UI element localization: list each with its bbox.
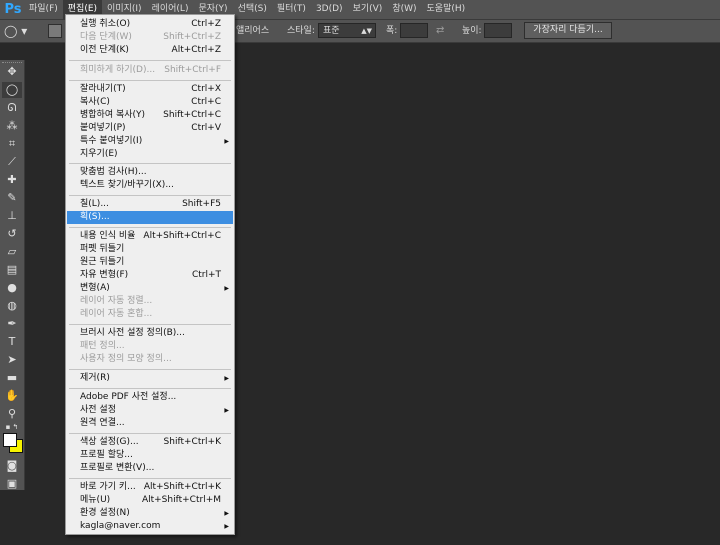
screen-mode-icon[interactable]: ▣ bbox=[2, 476, 22, 492]
menu-item-undo[interactable]: 실행 취소(O) Ctrl+Z bbox=[67, 18, 233, 31]
submenu-arrow-icon: ▶ bbox=[224, 375, 229, 382]
menu-item-copy[interactable]: 복사(C) Ctrl+C bbox=[67, 96, 233, 109]
ellipse-marquee-tool-icon[interactable]: ◯ bbox=[2, 82, 22, 98]
submenu-arrow-icon: ▶ bbox=[224, 523, 229, 530]
menu-separator bbox=[69, 227, 231, 228]
menu-item-paste-special[interactable]: 특수 붙여넣기(I) ▶ bbox=[67, 135, 233, 148]
menu-item-preferences[interactable]: 환경 설정(N) ▶ bbox=[67, 507, 233, 520]
menu-separator bbox=[69, 433, 231, 434]
history-brush-tool-icon[interactable]: ↺ bbox=[2, 226, 22, 242]
menu-item-copy-merged[interactable]: 병합하여 복사(Y) Shift+Ctrl+C bbox=[67, 109, 233, 122]
gradient-tool-icon[interactable]: ▤ bbox=[2, 262, 22, 278]
menu-item-remote-connections[interactable]: 원격 연결... bbox=[67, 417, 233, 430]
tools-panel: ✥ ◯ ᘏ ⁂ ⌗ ⟋ ✚ ✎ ⊥ ↺ ▱ ▤ ● ◍ ✒ T ➤ ▬ ✋ ⚲ … bbox=[0, 60, 25, 490]
menu-select[interactable]: 선택(S) bbox=[233, 0, 272, 19]
menu-help[interactable]: 도움말(H) bbox=[422, 0, 471, 19]
type-tool-icon[interactable]: T bbox=[2, 334, 22, 350]
dodge-tool-icon[interactable]: ◍ bbox=[2, 298, 22, 314]
ellipse-marquee-preset-icon[interactable]: ◯ ▾ bbox=[4, 23, 40, 39]
quick-mask-icon[interactable]: ◙ bbox=[2, 458, 22, 474]
menu-separator bbox=[69, 60, 231, 61]
menu-item-stroke[interactable]: 획(S)... bbox=[67, 211, 233, 224]
menu-separator bbox=[69, 478, 231, 479]
eyedropper-tool-icon[interactable]: ⟋ bbox=[2, 154, 22, 170]
menu-item-find-replace[interactable]: 텍스트 찾기/바꾸기(X)... bbox=[67, 179, 233, 192]
shape-tool-icon[interactable]: ▬ bbox=[2, 370, 22, 386]
zoom-tool-icon[interactable]: ⚲ bbox=[2, 406, 22, 422]
path-selection-tool-icon[interactable]: ➤ bbox=[2, 352, 22, 368]
move-tool-icon[interactable]: ✥ bbox=[2, 64, 22, 80]
lasso-tool-icon[interactable]: ᘏ bbox=[2, 100, 22, 116]
menu-window[interactable]: 창(W) bbox=[387, 0, 421, 19]
menu-separator bbox=[69, 195, 231, 196]
menu-item-define-brush[interactable]: 브러시 사전 설정 정의(B)... bbox=[67, 327, 233, 340]
menu-item-free-transform[interactable]: 자유 변형(F) Ctrl+T bbox=[67, 269, 233, 282]
menu-3d[interactable]: 3D(D) bbox=[311, 0, 348, 19]
menu-file[interactable]: 파일(F) bbox=[24, 0, 63, 19]
menu-filter[interactable]: 필터(T) bbox=[272, 0, 311, 19]
menu-item-step-forward[interactable]: 다음 단계(W) Shift+Ctrl+Z bbox=[67, 31, 233, 44]
menu-item-cut[interactable]: 잘라내기(T) Ctrl+X bbox=[67, 83, 233, 96]
menu-separator bbox=[69, 324, 231, 325]
submenu-arrow-icon: ▶ bbox=[224, 407, 229, 414]
edit-menu-dropdown: 실행 취소(O) Ctrl+Z 다음 단계(W) Shift+Ctrl+Z 이전 단… bbox=[65, 14, 235, 535]
blur-tool-icon[interactable]: ● bbox=[2, 280, 22, 296]
menu-item-adobe-pdf-presets[interactable]: Adobe PDF 사전 설정... bbox=[67, 391, 233, 404]
crop-tool-icon[interactable]: ⌗ bbox=[2, 136, 22, 152]
menu-item-presets[interactable]: 사전 설정 ▶ bbox=[67, 404, 233, 417]
width-input[interactable] bbox=[400, 23, 428, 38]
menu-item-paste[interactable]: 붙여넣기(P) Ctrl+V bbox=[67, 122, 233, 135]
menu-separator bbox=[69, 388, 231, 389]
swap-arrows-icon[interactable]: ⇄ bbox=[436, 20, 444, 42]
menu-item-check-spelling[interactable]: 맞춤법 검사(H)... bbox=[67, 166, 233, 179]
menu-item-define-pattern[interactable]: 패턴 정의... bbox=[67, 340, 233, 353]
menu-item-clear[interactable]: 지우기(E) bbox=[67, 148, 233, 161]
menu-item-transform[interactable]: 변형(A) ▶ bbox=[67, 282, 233, 295]
healing-brush-tool-icon[interactable]: ✚ bbox=[2, 172, 22, 188]
menu-separator bbox=[69, 369, 231, 370]
menu-item-menus[interactable]: 메뉴(U) Alt+Shift+Ctrl+M bbox=[67, 494, 233, 507]
style-label: 스타일: bbox=[287, 26, 315, 36]
menu-item-step-backward[interactable]: 이전 단계(K) Alt+Ctrl+Z bbox=[67, 44, 233, 57]
submenu-arrow-icon: ▶ bbox=[224, 138, 229, 145]
menu-item-fill[interactable]: 칠(L)... Shift+F5 bbox=[67, 198, 233, 211]
menu-item-color-settings[interactable]: 색상 설정(G)... Shift+Ctrl+K bbox=[67, 436, 233, 449]
antialias-label: 앨리어스 bbox=[236, 26, 270, 36]
chevron-updown-icon: ▲▼ bbox=[361, 27, 372, 35]
menu-item-perspective-warp[interactable]: 원근 뒤틀기 bbox=[67, 256, 233, 269]
menu-item-fade[interactable]: 희미하게 하기(D)... Shift+Ctrl+F bbox=[67, 64, 233, 77]
height-input[interactable] bbox=[484, 23, 512, 38]
style-select[interactable]: 표준 ▲▼ bbox=[318, 23, 376, 38]
foreground-color-swatch[interactable] bbox=[3, 433, 17, 447]
submenu-arrow-icon: ▶ bbox=[224, 285, 229, 292]
clone-stamp-tool-icon[interactable]: ⊥ bbox=[2, 208, 22, 224]
menu-item-define-custom-shape[interactable]: 사용자 정의 모양 정의... bbox=[67, 353, 233, 366]
brush-tool-icon[interactable]: ✎ bbox=[2, 190, 22, 206]
hand-tool-icon[interactable]: ✋ bbox=[2, 388, 22, 404]
eraser-tool-icon[interactable]: ▱ bbox=[2, 244, 22, 260]
menu-item-auto-blend-layers[interactable]: 레이어 자동 혼합... bbox=[67, 308, 233, 321]
menu-item-auto-align-layers[interactable]: 레이어 자동 정렬... bbox=[67, 295, 233, 308]
menu-item-account[interactable]: kagla@naver.com ▶ bbox=[67, 520, 233, 533]
menu-item-keyboard-shortcuts[interactable]: 바로 가기 키... Alt+Shift+Ctrl+K bbox=[67, 481, 233, 494]
menu-separator bbox=[69, 80, 231, 81]
menu-item-assign-profile[interactable]: 프로필 할당... bbox=[67, 449, 233, 462]
menu-item-convert-profile[interactable]: 프로필로 변환(V)... bbox=[67, 462, 233, 475]
default-colors-icon[interactable]: ▪ ↰ bbox=[2, 422, 22, 432]
height-label: 높이: bbox=[462, 26, 482, 36]
magic-wand-tool-icon[interactable]: ⁂ bbox=[2, 118, 22, 134]
new-selection-icon[interactable] bbox=[48, 24, 62, 38]
refine-edge-button[interactable]: 가장자리 다듬기... bbox=[524, 22, 612, 39]
menu-separator bbox=[69, 163, 231, 164]
menu-view[interactable]: 보기(V) bbox=[348, 0, 388, 19]
menu-item-purge[interactable]: 제거(R) ▶ bbox=[67, 372, 233, 385]
menu-item-content-aware-scale[interactable]: 내용 인식 비율 Alt+Shift+Ctrl+C bbox=[67, 230, 233, 243]
photoshop-logo: Ps bbox=[4, 2, 22, 17]
style-select-value: 표준 bbox=[323, 26, 340, 36]
menu-item-puppet-warp[interactable]: 퍼펫 뒤틀기 bbox=[67, 243, 233, 256]
width-label: 폭: bbox=[386, 26, 398, 36]
pen-tool-icon[interactable]: ✒ bbox=[2, 316, 22, 332]
submenu-arrow-icon: ▶ bbox=[224, 510, 229, 517]
